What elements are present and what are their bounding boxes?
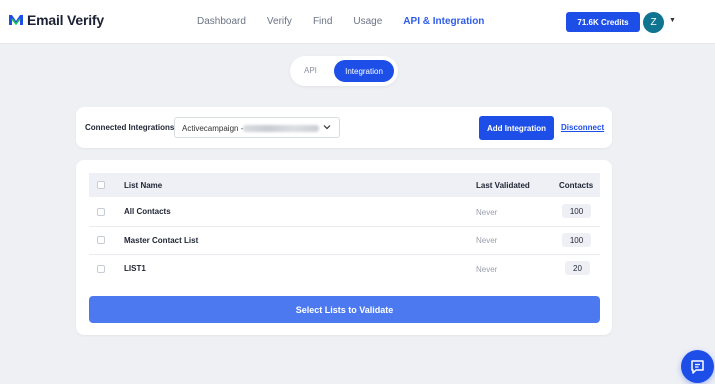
contacts-count: 100 — [562, 204, 591, 218]
mode-toggle: API Integration — [290, 56, 398, 86]
chat-bubble-icon — [691, 360, 704, 374]
row-checkbox[interactable] — [97, 265, 105, 273]
contacts-count: 20 — [565, 261, 590, 275]
column-contacts: Contacts — [559, 181, 594, 190]
column-last-validated: Last Validated — [476, 181, 530, 190]
chevron-down-icon[interactable]: ▼ — [669, 17, 676, 24]
credits-button[interactable]: 71.6K Credits — [566, 12, 640, 32]
connected-integrations-label: Connected Integrations: — [85, 123, 178, 132]
disconnect-link[interactable]: Disconnect — [561, 123, 604, 132]
nav-find[interactable]: Find — [313, 16, 332, 27]
nav-usage[interactable]: Usage — [353, 16, 382, 27]
app-name: Email Verify — [27, 12, 104, 28]
contacts-count: 100 — [562, 233, 591, 247]
shield-check-icon — [9, 15, 23, 26]
integration-select-value: Activecampaign - — [182, 124, 244, 133]
row-divider — [89, 254, 600, 255]
add-integration-button[interactable]: Add Integration — [479, 116, 554, 140]
chat-widget-button[interactable] — [681, 350, 714, 383]
top-header: Email Verify Dashboard Verify Find Usage… — [0, 0, 715, 44]
redacted-account-name — [243, 125, 319, 132]
select-lists-to-validate-button[interactable]: Select Lists to Validate — [89, 296, 600, 323]
integration-select[interactable]: Activecampaign - — [174, 117, 340, 138]
nav-verify[interactable]: Verify — [267, 16, 292, 27]
toggle-integration[interactable]: Integration — [334, 60, 394, 82]
chevron-down-icon — [323, 125, 331, 130]
nav-dashboard[interactable]: Dashboard — [197, 16, 246, 27]
last-validated: Never — [476, 236, 498, 245]
toggle-api[interactable]: API — [304, 66, 317, 75]
select-all-checkbox[interactable] — [97, 181, 105, 189]
last-validated: Never — [476, 208, 498, 217]
avatar[interactable]: Z — [643, 12, 664, 33]
main-nav: Dashboard Verify Find Usage API & Integr… — [197, 16, 505, 27]
row-checkbox[interactable] — [97, 236, 105, 244]
list-name: Master Contact List — [124, 236, 199, 245]
nav-api-integration[interactable]: API & Integration — [403, 16, 484, 27]
app-logo[interactable]: Email Verify — [8, 12, 104, 28]
row-checkbox[interactable] — [97, 208, 105, 216]
list-name: All Contacts — [124, 207, 171, 216]
column-list-name: List Name — [124, 181, 163, 190]
last-validated: Never — [476, 265, 498, 274]
list-name: LIST1 — [124, 264, 146, 273]
row-divider — [89, 226, 600, 227]
